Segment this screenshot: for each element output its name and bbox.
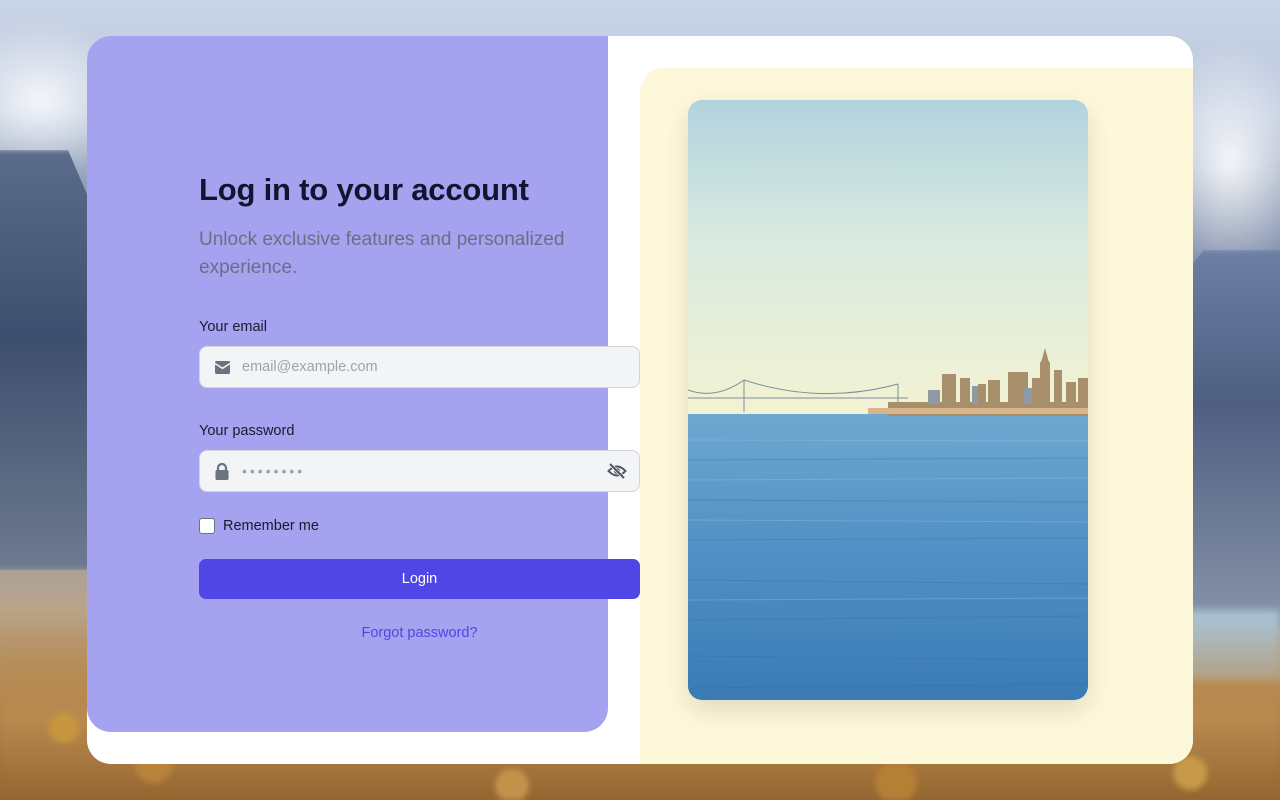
- forgot-password-link[interactable]: Forgot password?: [199, 625, 640, 641]
- remember-me-label[interactable]: Remember me: [223, 518, 319, 534]
- envelope-icon: [202, 347, 242, 387]
- password-input[interactable]: ••••••••: [242, 451, 597, 491]
- password-label: Your password: [199, 423, 295, 439]
- page-subtitle: Unlock exclusive features and personaliz…: [199, 229, 565, 278]
- email-label: Your email: [199, 319, 267, 335]
- password-field[interactable]: ••••••••: [199, 450, 640, 492]
- city-skyline-photo: [688, 100, 1088, 700]
- eye-off-icon[interactable]: [597, 451, 637, 491]
- email-input[interactable]: [242, 347, 639, 387]
- lock-icon: [202, 451, 242, 491]
- remember-me-row[interactable]: Remember me: [199, 518, 640, 534]
- page-title: Log in to your account: [199, 172, 529, 207]
- login-form: Log in to your account Unlock exclusive …: [199, 168, 640, 641]
- remember-me-checkbox[interactable]: [199, 518, 215, 534]
- login-card: Log in to your account Unlock exclusive …: [87, 36, 1193, 764]
- email-field[interactable]: [199, 346, 640, 388]
- login-button[interactable]: Login: [199, 559, 640, 599]
